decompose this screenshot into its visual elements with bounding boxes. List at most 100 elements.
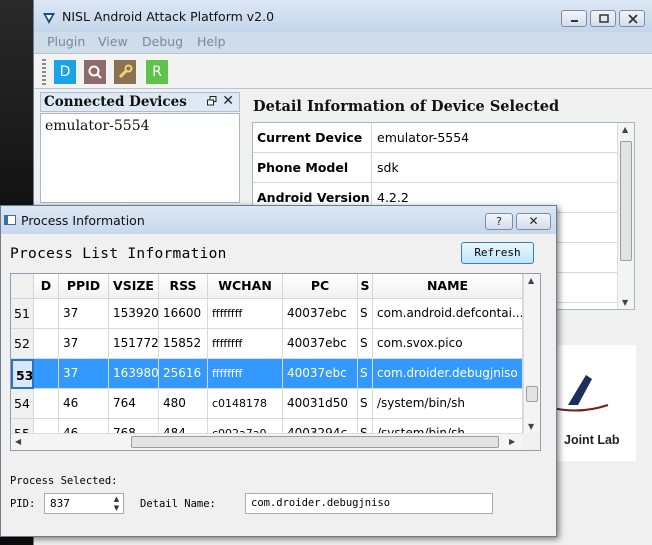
scroll-left-icon[interactable]: ◀	[15, 437, 21, 446]
cell-d	[34, 329, 59, 359]
toolbar-d-button[interactable]: D	[54, 60, 76, 84]
table-horizontal-scrollbar[interactable]: ◀ ▶	[11, 433, 523, 450]
toolbar-tools-button[interactable]	[114, 60, 136, 84]
toolbar: D R	[34, 53, 652, 89]
detail-key: Phone Model	[257, 160, 349, 175]
scroll-down-icon[interactable]: ▼	[528, 422, 534, 431]
detail-key: Current Device	[257, 130, 363, 145]
spin-up-icon[interactable]: ▲	[110, 495, 123, 504]
close-panel-icon[interactable]: ✕	[222, 93, 234, 109]
menu-view[interactable]: View	[98, 34, 128, 49]
detail-value[interactable]: sdk	[377, 160, 399, 175]
maximize-button[interactable]	[590, 10, 616, 27]
menu-bar: Plugin View Debug Help	[34, 32, 652, 52]
cell-ppid: 46	[59, 389, 109, 419]
cell-wchan: ffffffff	[208, 299, 283, 329]
cell-rss: 480	[159, 389, 208, 419]
pid-value[interactable]: 837	[50, 497, 70, 510]
lab-logo-icon	[547, 375, 609, 412]
toolbar-search-button[interactable]	[84, 60, 106, 84]
connected-devices-header: Connected Devices ✕	[40, 92, 240, 112]
detail-name-field[interactable]: com.droider.debugjniso	[245, 493, 493, 514]
cell-d	[34, 299, 59, 329]
float-panel-icon[interactable]	[207, 96, 217, 106]
menu-debug[interactable]: Debug	[142, 34, 183, 49]
menu-plugin[interactable]: Plugin	[47, 34, 85, 49]
close-button[interactable]	[619, 10, 645, 27]
toolbar-grip[interactable]	[42, 59, 46, 85]
detail-title: Detail Information of Device Selected	[253, 98, 560, 115]
cell-rss: 15852	[159, 329, 208, 359]
pid-spinbox[interactable]: 837 ▲ ▼	[44, 493, 124, 514]
detail-name-value[interactable]: com.droider.debugjniso	[251, 497, 390, 509]
cell-d	[34, 359, 59, 389]
cell-vsize: 151772	[109, 329, 159, 359]
row-number[interactable]: 52	[11, 329, 34, 359]
scroll-up-icon[interactable]: ▲	[528, 276, 534, 285]
scroll-right-icon[interactable]: ▶	[509, 437, 515, 446]
column-header-name[interactable]: NAME	[373, 274, 523, 299]
column-header-d[interactable]: D	[34, 274, 59, 299]
r-icon: R	[152, 64, 162, 80]
table-row[interactable]: 52 37 151772 15852 ffffffff 40037ebc S c…	[11, 329, 523, 359]
cell-s: S	[358, 329, 373, 359]
cell-d	[34, 389, 59, 419]
cell-ppid: 37	[59, 299, 109, 329]
help-button[interactable]: ?	[485, 213, 513, 230]
process-selected-label: Process Selected:	[10, 475, 118, 487]
cell-wchan: ffffffff	[208, 329, 283, 359]
cell-s: S	[358, 359, 373, 389]
column-header-vsize[interactable]: VSIZE	[109, 274, 159, 299]
column-header-ppid[interactable]: PPID	[59, 274, 109, 299]
detail-name-label: Detail Name:	[140, 498, 216, 510]
d-icon: D	[59, 64, 71, 80]
column-header-s[interactable]: S	[358, 274, 373, 299]
row-number[interactable]: 54	[11, 389, 34, 419]
scroll-thumb[interactable]	[620, 141, 632, 261]
cell-wchan: ffffffff	[208, 359, 283, 389]
table-row[interactable]: 54 46 764 480 c0148178 40031d50 S /syste…	[11, 389, 523, 419]
main-titlebar[interactable]: NISL Android Attack Platform v2.0	[34, 0, 652, 32]
maximize-icon	[599, 14, 609, 23]
cell-s: S	[358, 299, 373, 329]
detail-value[interactable]: emulator-5554	[377, 130, 469, 145]
column-header-wchan[interactable]: WCHAN	[208, 274, 283, 299]
cell-pc: 40037ebc	[283, 329, 358, 359]
process-list-title: Process List Information	[10, 246, 227, 262]
cell-ppid: 37	[59, 359, 109, 389]
refresh-button[interactable]: Refresh	[461, 242, 534, 264]
detail-scrollbar[interactable]: ▲ ▼	[617, 123, 634, 309]
minimize-button[interactable]	[561, 10, 587, 27]
detail-value[interactable]: 4.2.2	[377, 190, 409, 205]
scroll-down-icon[interactable]: ▼	[622, 298, 628, 307]
column-header-rss[interactable]: RSS	[159, 274, 208, 299]
menu-help[interactable]: Help	[197, 34, 226, 49]
cell-pc: 40037ebc	[283, 299, 358, 329]
table-row-selected[interactable]: 53 37 163980 25616 ffffffff 40037ebc S c…	[11, 359, 523, 389]
process-window-title: Process Information	[21, 213, 145, 228]
cell-pc: 40031d50	[283, 389, 358, 419]
cell-vsize: 163980	[109, 359, 159, 389]
cell-ppid: 37	[59, 329, 109, 359]
scroll-up-icon[interactable]: ▲	[622, 125, 628, 134]
close-button[interactable]: ✕	[516, 213, 551, 230]
lab-logo-panel: Joint Lab	[547, 345, 636, 461]
cell-rss: 25616	[159, 359, 208, 389]
cell-name: com.droider.debugjniso	[373, 359, 523, 389]
lab-logo-text: Joint Lab	[564, 433, 620, 447]
scroll-thumb[interactable]	[131, 436, 499, 448]
toolbar-r-button[interactable]: R	[146, 60, 168, 84]
help-icon: ?	[496, 215, 502, 228]
row-number[interactable]: 53	[11, 359, 34, 389]
cell-vsize: 153920	[109, 299, 159, 329]
connected-devices-title: Connected Devices	[44, 94, 187, 110]
table-row[interactable]: 51 37 153920 16600 ffffffff 40037ebc S c…	[11, 299, 523, 329]
device-item[interactable]: emulator-5554	[45, 118, 150, 134]
column-header-pc[interactable]: PC	[283, 274, 358, 299]
table-vertical-scrollbar[interactable]: ▲ ▼	[523, 274, 540, 433]
spin-down-icon[interactable]: ▼	[110, 504, 123, 513]
row-number[interactable]: 51	[11, 299, 34, 329]
cell-s: S	[358, 389, 373, 419]
process-titlebar[interactable]: Process Information ? ✕	[1, 206, 556, 234]
scroll-thumb[interactable]	[526, 386, 538, 402]
